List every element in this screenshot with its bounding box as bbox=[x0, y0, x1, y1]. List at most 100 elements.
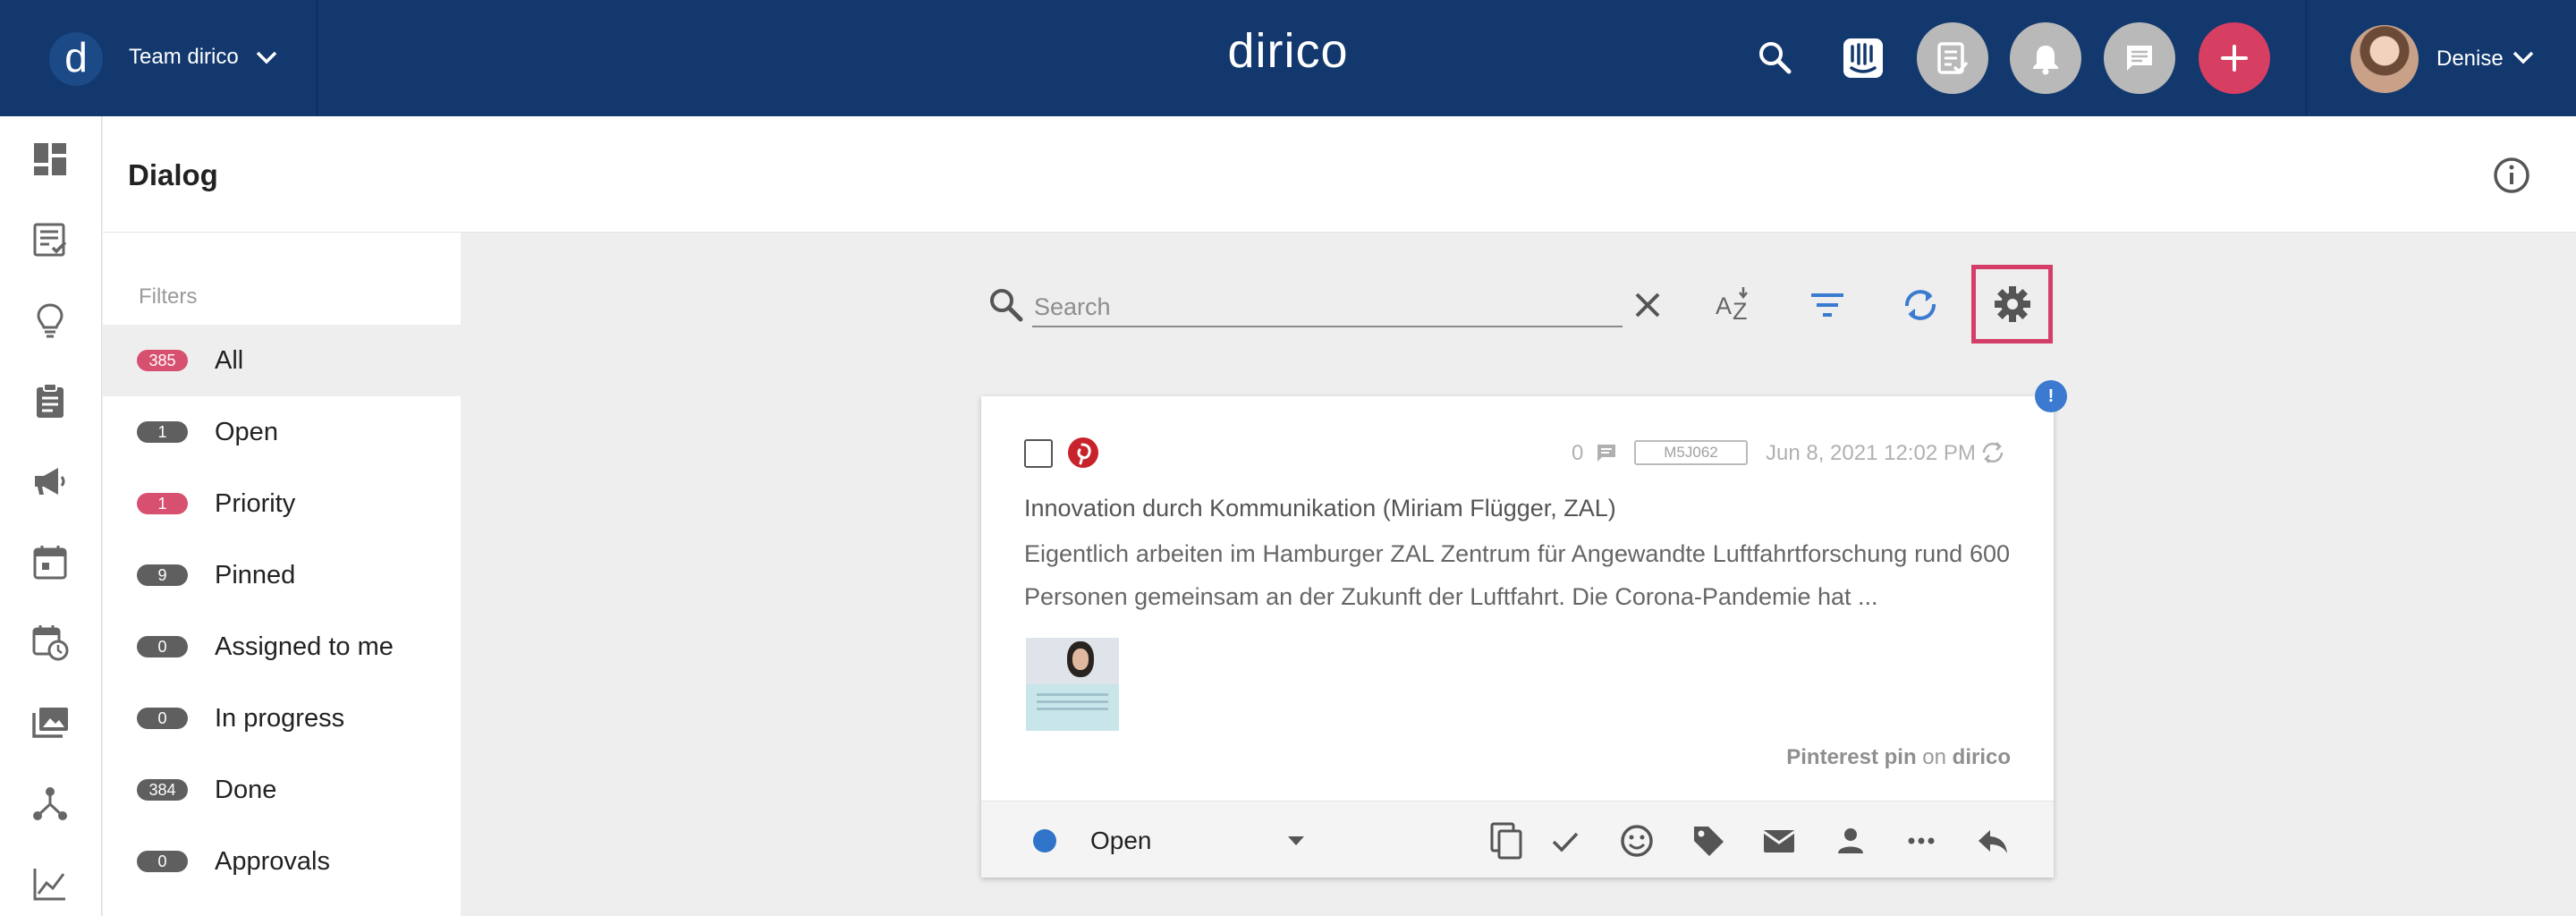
chevron-down-icon bbox=[256, 51, 277, 64]
person-icon bbox=[1838, 828, 1863, 853]
create-button[interactable] bbox=[2199, 22, 2270, 94]
calendar-icon bbox=[33, 546, 67, 580]
item-id-badge: M5J062 bbox=[1634, 440, 1748, 465]
nav-campaigns[interactable] bbox=[29, 460, 72, 503]
copy-button[interactable] bbox=[1487, 821, 1526, 861]
sort-button[interactable]: AZ bbox=[1712, 283, 1757, 327]
nav-schedule[interactable] bbox=[29, 621, 72, 664]
nav-rail bbox=[0, 116, 102, 916]
refresh-button[interactable] bbox=[1898, 283, 1943, 327]
page-header: Dialog bbox=[103, 116, 2576, 233]
nav-media[interactable] bbox=[29, 701, 72, 744]
team-name: Team dirico bbox=[129, 45, 239, 69]
post-thumbnail[interactable] bbox=[1026, 638, 1119, 731]
nav-tasks[interactable] bbox=[29, 218, 72, 261]
page-title: Dialog bbox=[128, 158, 218, 191]
mark-done-button[interactable] bbox=[1546, 821, 1585, 861]
clipboard-icon bbox=[37, 383, 64, 418]
assign-button[interactable] bbox=[1831, 821, 1870, 861]
chat-icon bbox=[2127, 46, 2152, 71]
task-list-icon bbox=[1937, 42, 1969, 74]
nav-dashboard[interactable] bbox=[29, 138, 72, 181]
filter-label: Pinned bbox=[215, 561, 296, 589]
pinterest-icon bbox=[1068, 437, 1098, 468]
card-title: Innovation durch Kommunikation (Miriam F… bbox=[1024, 495, 1616, 522]
count-badge: 1 bbox=[137, 493, 188, 514]
dialog-card[interactable]: 0 M5J062 Jun 8, 2021 12:02 PM Innovation… bbox=[981, 396, 2054, 878]
filter-item[interactable]: 0 Approvals bbox=[103, 826, 461, 897]
nav-calendar[interactable] bbox=[29, 540, 72, 583]
filter-item[interactable]: 0 In progress bbox=[103, 683, 461, 754]
alert-badge: ! bbox=[2035, 380, 2067, 412]
chevron-down-icon[interactable] bbox=[2512, 48, 2535, 66]
check-icon bbox=[1552, 832, 1579, 852]
settings-button[interactable] bbox=[1971, 265, 2053, 344]
tag-icon bbox=[1694, 827, 1724, 856]
filter-label: All bbox=[215, 346, 244, 375]
filter-button[interactable] bbox=[1805, 283, 1850, 327]
tasks-button[interactable] bbox=[1917, 22, 1988, 94]
caret-down-icon[interactable] bbox=[1285, 834, 1307, 848]
team-initial: d bbox=[64, 34, 88, 81]
mail-icon bbox=[1763, 830, 1795, 852]
reply-button[interactable] bbox=[1973, 821, 2012, 861]
schedule-icon bbox=[32, 625, 69, 661]
item-date: Jun 8, 2021 12:02 PM bbox=[1766, 441, 1976, 465]
count-badge: 0 bbox=[137, 708, 188, 729]
sentiment-button[interactable] bbox=[1617, 821, 1657, 861]
status-select[interactable]: Open bbox=[1090, 827, 1152, 855]
sync-icon bbox=[1982, 442, 2004, 463]
filter-label: In progress bbox=[215, 704, 345, 733]
bell-icon bbox=[2033, 46, 2058, 75]
search-icon[interactable] bbox=[1753, 36, 1798, 81]
messages-button[interactable] bbox=[2104, 22, 2175, 94]
filters-label: Filters bbox=[139, 284, 198, 309]
card-footer: Open bbox=[981, 801, 2054, 878]
nav-content[interactable] bbox=[29, 379, 72, 422]
status-dot bbox=[1033, 829, 1056, 852]
source-account: dirico bbox=[1952, 745, 2011, 769]
top-bar: d Team dirico dirico Denise bbox=[0, 0, 2576, 116]
card-body: Eigentlich arbeiten im Hamburger ZAL Zen… bbox=[1024, 540, 2010, 610]
user-name[interactable]: Denise bbox=[2436, 47, 2504, 72]
filter-label: Approvals bbox=[215, 847, 330, 876]
count-badge: 0 bbox=[137, 636, 188, 657]
dashboard-icon bbox=[34, 143, 66, 175]
select-checkbox[interactable] bbox=[1024, 439, 1053, 468]
filter-item[interactable]: 1 Open bbox=[103, 396, 461, 468]
reply-icon bbox=[1979, 830, 2007, 853]
search-icon bbox=[990, 289, 1023, 322]
nav-hierarchy[interactable] bbox=[29, 782, 72, 825]
team-switcher[interactable]: d Team dirico bbox=[0, 0, 318, 116]
filter-item[interactable]: 9 Pinned bbox=[103, 539, 461, 611]
nav-analytics[interactable] bbox=[29, 862, 72, 905]
filter-item[interactable]: 384 Done bbox=[103, 754, 461, 826]
brand-logo[interactable]: dirico bbox=[1199, 23, 1377, 79]
svg-text:Z: Z bbox=[1733, 298, 1748, 325]
count-badge: 0 bbox=[137, 851, 188, 872]
intercom-icon[interactable] bbox=[1841, 36, 1885, 81]
avatar[interactable] bbox=[2351, 25, 2419, 93]
info-icon[interactable] bbox=[2492, 156, 2531, 195]
filter-item[interactable]: 385 All bbox=[103, 325, 461, 396]
tasks-icon bbox=[33, 223, 67, 257]
email-button[interactable] bbox=[1759, 821, 1799, 861]
count-badge: 1 bbox=[137, 421, 188, 443]
tag-button[interactable] bbox=[1689, 821, 1728, 861]
comment-icon bbox=[1597, 445, 1615, 462]
campaign-icon bbox=[35, 468, 65, 495]
filter-label: Assigned to me bbox=[215, 632, 394, 661]
source-on: on bbox=[1922, 745, 1946, 769]
search-input[interactable] bbox=[1032, 288, 1623, 327]
filter-item[interactable]: 1 Priority bbox=[103, 468, 461, 539]
filter-item[interactable]: 0 Assigned to me bbox=[103, 611, 461, 683]
team-logo: d bbox=[49, 32, 103, 86]
clear-search-button[interactable] bbox=[1625, 283, 1670, 327]
filter-label: Done bbox=[215, 776, 277, 804]
comment-count: 0 bbox=[1572, 441, 1584, 465]
more-button[interactable] bbox=[1902, 821, 1941, 861]
notifications-button[interactable] bbox=[2010, 22, 2081, 94]
divider bbox=[2306, 0, 2307, 116]
nav-ideas[interactable] bbox=[29, 299, 72, 342]
source-type: Pinterest pin bbox=[1786, 745, 1917, 769]
